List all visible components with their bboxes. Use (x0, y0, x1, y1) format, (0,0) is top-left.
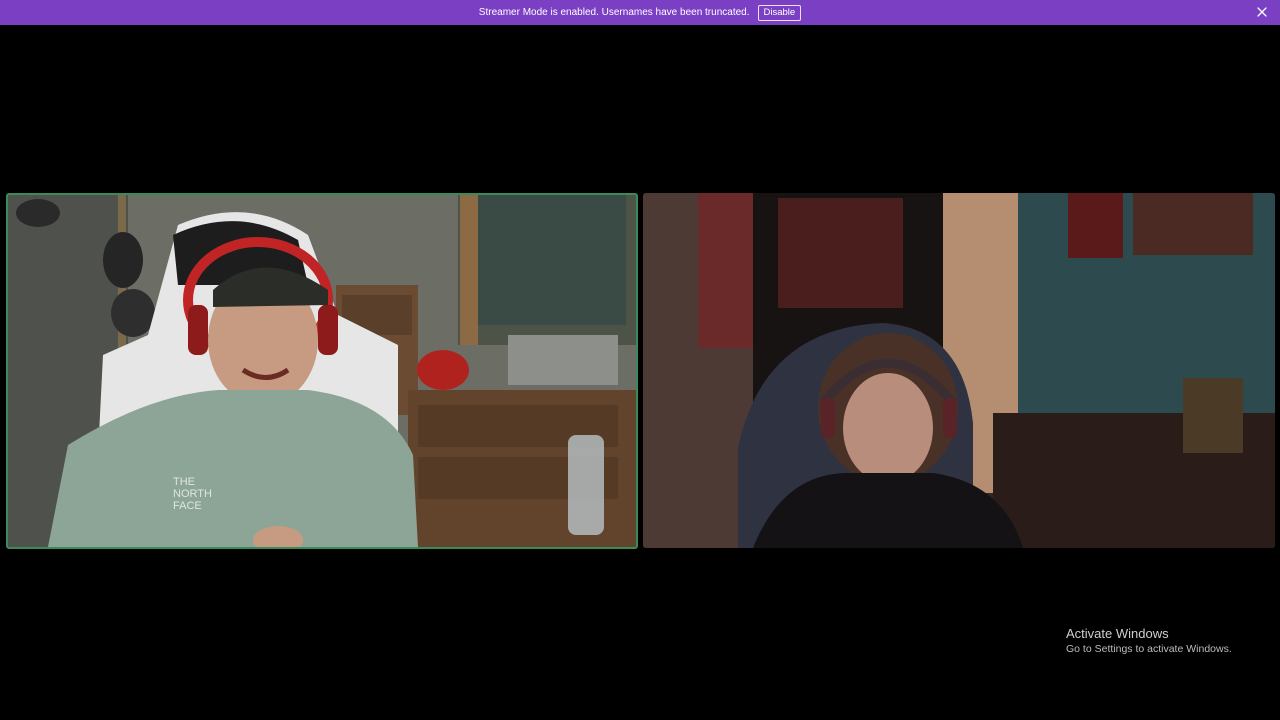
svg-text:NORTH: NORTH (173, 488, 212, 500)
participant-video-right (643, 193, 1275, 548)
call-stage: THE NORTH FACE (0, 25, 1280, 720)
svg-text:THE: THE (173, 476, 195, 488)
participant-video-left: THE NORTH FACE (8, 195, 636, 547)
video-tile-left[interactable]: THE NORTH FACE (6, 193, 638, 549)
disable-streamer-mode-button[interactable]: Disable (757, 4, 802, 21)
close-icon[interactable] (1256, 6, 1268, 18)
activate-windows-watermark: Activate Windows Go to Settings to activ… (1066, 626, 1232, 656)
activate-windows-subtitle: Go to Settings to activate Windows. (1066, 643, 1232, 655)
streamer-mode-message: Streamer Mode is enabled. Usernames have… (478, 7, 750, 18)
video-tile-right[interactable] (643, 193, 1275, 548)
streamer-mode-notice-bar: Streamer Mode is enabled. Usernames have… (0, 0, 1280, 25)
activate-windows-title: Activate Windows (1066, 626, 1169, 641)
svg-text:FACE: FACE (173, 500, 202, 512)
